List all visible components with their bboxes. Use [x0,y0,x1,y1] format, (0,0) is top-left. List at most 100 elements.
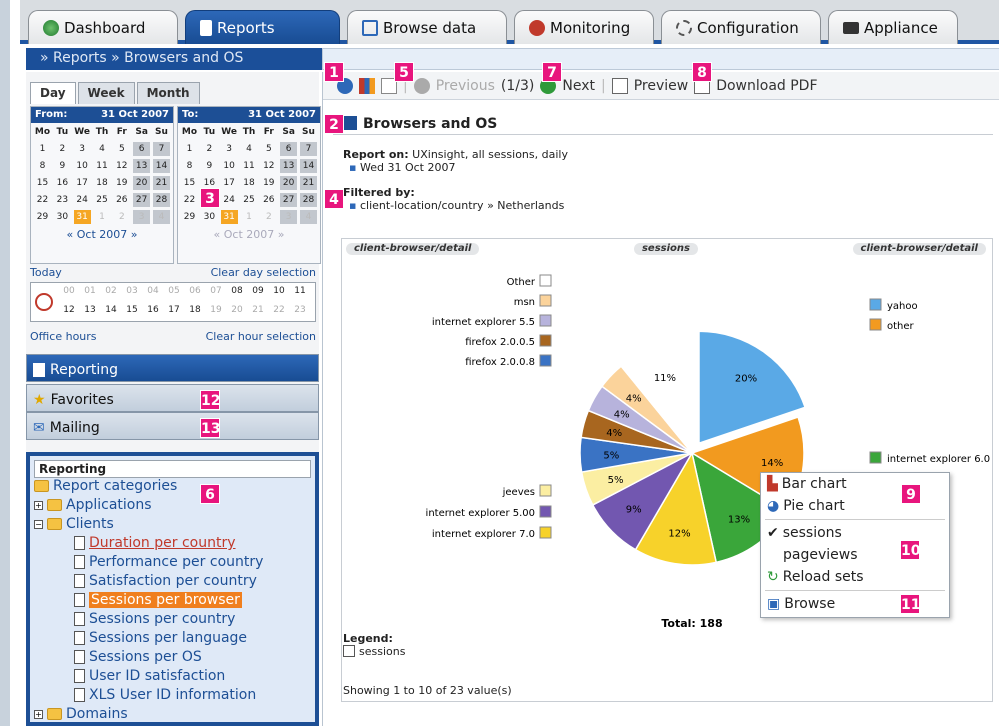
calendar-month-nav[interactable]: « Oct 2007 » [178,228,320,241]
calendar-day[interactable]: 19 [260,176,277,190]
calendar-day[interactable]: 10 [74,159,91,173]
calendar-day[interactable]: 2 [54,142,71,156]
tab-appliance[interactable]: Appliance [828,10,958,44]
hour-cell[interactable]: 18 [187,305,203,315]
calendar-day[interactable]: 21 [299,175,317,190]
tree-report-item[interactable]: Satisfaction per country [74,573,257,589]
calendar-day[interactable]: 30 [54,210,71,224]
calendar-day[interactable]: 13 [280,158,298,173]
hour-cell[interactable]: 16 [145,305,161,315]
calendar-day[interactable]: 20 [133,175,151,190]
tab-browse-data[interactable]: Browse data [347,10,507,44]
hour-cell[interactable]: 19 [208,305,224,315]
calendar-day[interactable]: 29 [181,210,198,224]
accordion-favorites[interactable]: ★ Favorites [26,384,319,412]
calendar-day[interactable]: 30 [201,210,218,224]
calendar-day[interactable]: 19 [113,176,130,190]
calendar-day[interactable]: 11 [93,159,110,173]
tree-domains[interactable]: + Domains [34,706,128,722]
calendar-day[interactable]: 7 [299,141,317,156]
hour-cell[interactable]: 05 [166,286,182,296]
hour-cell[interactable]: 23 [292,305,308,315]
hour-cell[interactable]: 12 [61,305,77,315]
menu-pageviews[interactable]: pageviews [761,544,949,566]
tree-report-item[interactable]: User ID satisfaction [74,668,225,684]
next-button[interactable]: Next [562,78,595,94]
hour-cell[interactable]: 03 [124,286,140,296]
calendar-month-nav[interactable]: « Oct 2007 » [31,228,173,241]
hour-cell[interactable]: 08 [229,286,245,296]
calendar-day[interactable]: 28 [152,192,170,207]
tab-month[interactable]: Month [136,82,200,104]
calendar-day[interactable]: 17 [221,176,238,190]
calendar-day[interactable]: 22 [181,193,198,207]
calendar-day[interactable]: 21 [152,175,170,190]
hour-cell[interactable]: 22 [271,305,287,315]
calendar-day[interactable]: 27 [280,192,298,207]
calendar-day[interactable]: 15 [181,176,198,190]
calendar-day[interactable]: 20 [280,175,298,190]
calendar-day[interactable]: 4 [299,209,317,224]
tree-report-item[interactable]: XLS User ID information [74,687,256,703]
calendar-day[interactable]: 17 [74,176,91,190]
calendar-day[interactable]: 26 [260,193,277,207]
office-hours-link[interactable]: Office hours [30,330,97,343]
tree-report-item[interactable]: Sessions per OS [74,649,202,665]
hour-cell[interactable]: 17 [166,305,182,315]
calendar-day[interactable]: 18 [240,176,257,190]
calendar-day[interactable]: 25 [240,193,257,207]
collapse-icon[interactable]: − [34,519,43,529]
calendar-day[interactable]: 14 [299,158,317,173]
hour-cell[interactable]: 14 [103,305,119,315]
calendar-day[interactable]: 24 [74,193,91,207]
hour-cell[interactable]: 21 [250,305,266,315]
hour-cell[interactable]: 15 [124,305,140,315]
calendar-day[interactable]: 5 [113,142,130,156]
calendar-day[interactable]: 9 [54,159,71,173]
preview-button[interactable]: Preview [634,78,689,94]
clock-icon[interactable] [35,293,53,311]
calendar-day[interactable]: 5 [260,142,277,156]
hour-cell[interactable]: 09 [250,286,266,296]
tab-reports[interactable]: Reports [185,10,340,44]
calendar-day[interactable]: 12 [260,159,277,173]
tree-report-item[interactable]: Sessions per language [74,630,247,646]
calendar-day[interactable]: 8 [181,159,198,173]
calendar-day[interactable]: 13 [133,158,151,173]
hour-cell[interactable]: 04 [145,286,161,296]
calendar-day[interactable]: 6 [280,141,298,156]
tab-week[interactable]: Week [77,82,135,104]
hour-cell[interactable]: 00 [61,286,77,296]
calendar-day[interactable]: 4 [152,209,170,224]
today-link[interactable]: Today [30,266,62,279]
expand-icon[interactable]: + [34,500,43,510]
hour-cell[interactable]: 01 [82,286,98,296]
calendar-day[interactable]: 7 [152,141,170,156]
menu-browse[interactable]: ▣ Browse [761,593,949,615]
tree-report-item[interactable]: Sessions per browser [74,592,242,608]
accordion-mailing[interactable]: ✉ Mailing [26,412,319,440]
calendar-day[interactable]: 3 [74,142,91,156]
hour-cell[interactable]: 02 [103,286,119,296]
hour-cell[interactable]: 20 [229,305,245,315]
calendar-day[interactable]: 26 [113,193,130,207]
tree-report-item[interactable]: Duration per country [74,535,236,551]
tree-clients[interactable]: − Clients [34,516,114,532]
calendar-day[interactable]: 22 [34,193,51,207]
calendar-day[interactable]: 2 [113,210,130,224]
calendar-day[interactable]: 15 [34,176,51,190]
tab-configuration[interactable]: Configuration [661,10,821,44]
calendar-day[interactable]: 27 [133,192,151,207]
calendar-day[interactable]: 16 [54,176,71,190]
column-header-right[interactable]: client-browser/detail [852,243,986,255]
calendar-day[interactable]: 1 [181,142,198,156]
calendar-day[interactable]: 6 [133,141,151,156]
column-header-middle[interactable]: sessions [633,243,698,255]
calendar-day[interactable]: 2 [201,142,218,156]
calendar-day[interactable]: 23 [54,193,71,207]
calendar-day[interactable]: 12 [113,159,130,173]
calendar-day[interactable]: 24 [221,193,238,207]
tab-day[interactable]: Day [30,82,76,104]
hour-cell[interactable]: 06 [187,286,203,296]
tree-root[interactable]: Report categories [34,478,177,494]
